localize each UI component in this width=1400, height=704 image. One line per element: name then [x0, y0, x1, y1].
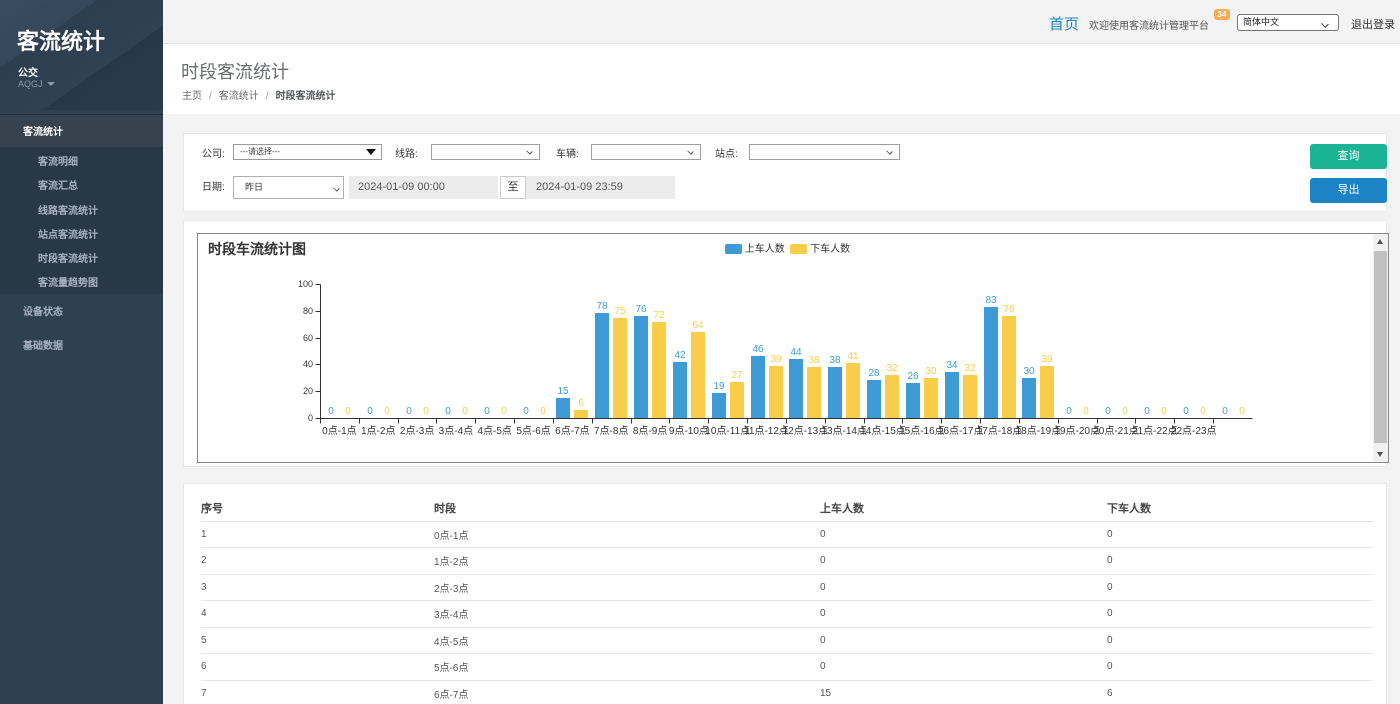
svg-text:76: 76 [635, 304, 647, 315]
svg-text:41: 41 [847, 351, 859, 362]
svg-text:1点-2点: 1点-2点 [361, 425, 395, 437]
svg-text:0: 0 [423, 406, 429, 417]
svg-text:0: 0 [328, 406, 334, 417]
svg-text:32: 32 [886, 363, 898, 374]
svg-text:72: 72 [653, 310, 665, 321]
svg-text:42: 42 [674, 350, 686, 361]
svg-text:0: 0 [1105, 406, 1111, 417]
svg-text:44: 44 [790, 347, 802, 358]
svg-text:8点-9点: 8点-9点 [633, 425, 667, 437]
svg-text:0: 0 [1183, 406, 1189, 417]
svg-text:0点-1点: 0点-1点 [322, 425, 356, 437]
svg-text:0: 0 [484, 406, 490, 417]
svg-text:100: 100 [298, 279, 313, 289]
svg-text:34: 34 [946, 360, 958, 371]
svg-text:0: 0 [1239, 406, 1245, 417]
svg-text:9点-10点: 9点-10点 [669, 425, 709, 437]
svg-text:40: 40 [303, 359, 313, 369]
svg-text:0: 0 [1161, 406, 1167, 417]
svg-text:15: 15 [557, 386, 569, 397]
svg-text:0: 0 [384, 406, 390, 417]
svg-text:83: 83 [985, 295, 997, 306]
svg-text:0: 0 [445, 406, 451, 417]
svg-text:60: 60 [303, 333, 313, 343]
svg-text:4点-5点: 4点-5点 [477, 425, 511, 437]
svg-text:5点-6点: 5点-6点 [516, 425, 550, 437]
svg-text:46: 46 [752, 344, 764, 355]
svg-text:75: 75 [614, 306, 626, 317]
svg-text:6: 6 [578, 398, 584, 409]
svg-text:39: 39 [770, 354, 782, 365]
svg-text:3点-4点: 3点-4点 [439, 425, 473, 437]
svg-text:7点-8点: 7点-8点 [594, 425, 628, 437]
svg-text:64: 64 [692, 320, 704, 331]
svg-text:0: 0 [367, 406, 373, 417]
svg-text:0: 0 [345, 406, 351, 417]
svg-text:0: 0 [406, 406, 412, 417]
svg-text:0: 0 [523, 406, 529, 417]
svg-text:22点-23点: 22点-23点 [1171, 425, 1217, 437]
svg-text:0: 0 [462, 406, 468, 417]
svg-text:39: 39 [1041, 354, 1053, 365]
svg-text:0: 0 [540, 406, 546, 417]
svg-text:32: 32 [964, 363, 976, 374]
svg-text:0: 0 [1083, 406, 1089, 417]
svg-text:2点-3点: 2点-3点 [400, 425, 434, 437]
svg-text:30: 30 [1023, 366, 1035, 377]
svg-text:76: 76 [1003, 304, 1015, 315]
svg-text:38: 38 [829, 355, 841, 366]
svg-text:6点-7点: 6点-7点 [555, 425, 589, 437]
svg-text:0: 0 [1222, 406, 1228, 417]
svg-text:78: 78 [596, 301, 608, 312]
svg-text:38: 38 [808, 355, 820, 366]
svg-text:19: 19 [713, 381, 725, 392]
svg-text:0: 0 [1066, 406, 1072, 417]
svg-text:26: 26 [907, 371, 919, 382]
svg-text:30: 30 [925, 366, 937, 377]
svg-text:0: 0 [1144, 406, 1150, 417]
svg-text:0: 0 [1122, 406, 1128, 417]
svg-text:20: 20 [303, 386, 313, 396]
svg-text:27: 27 [731, 370, 743, 381]
svg-text:0: 0 [501, 406, 507, 417]
svg-text:0: 0 [308, 413, 313, 423]
svg-text:28: 28 [868, 368, 880, 379]
svg-text:80: 80 [303, 306, 313, 316]
svg-text:0: 0 [1200, 406, 1206, 417]
